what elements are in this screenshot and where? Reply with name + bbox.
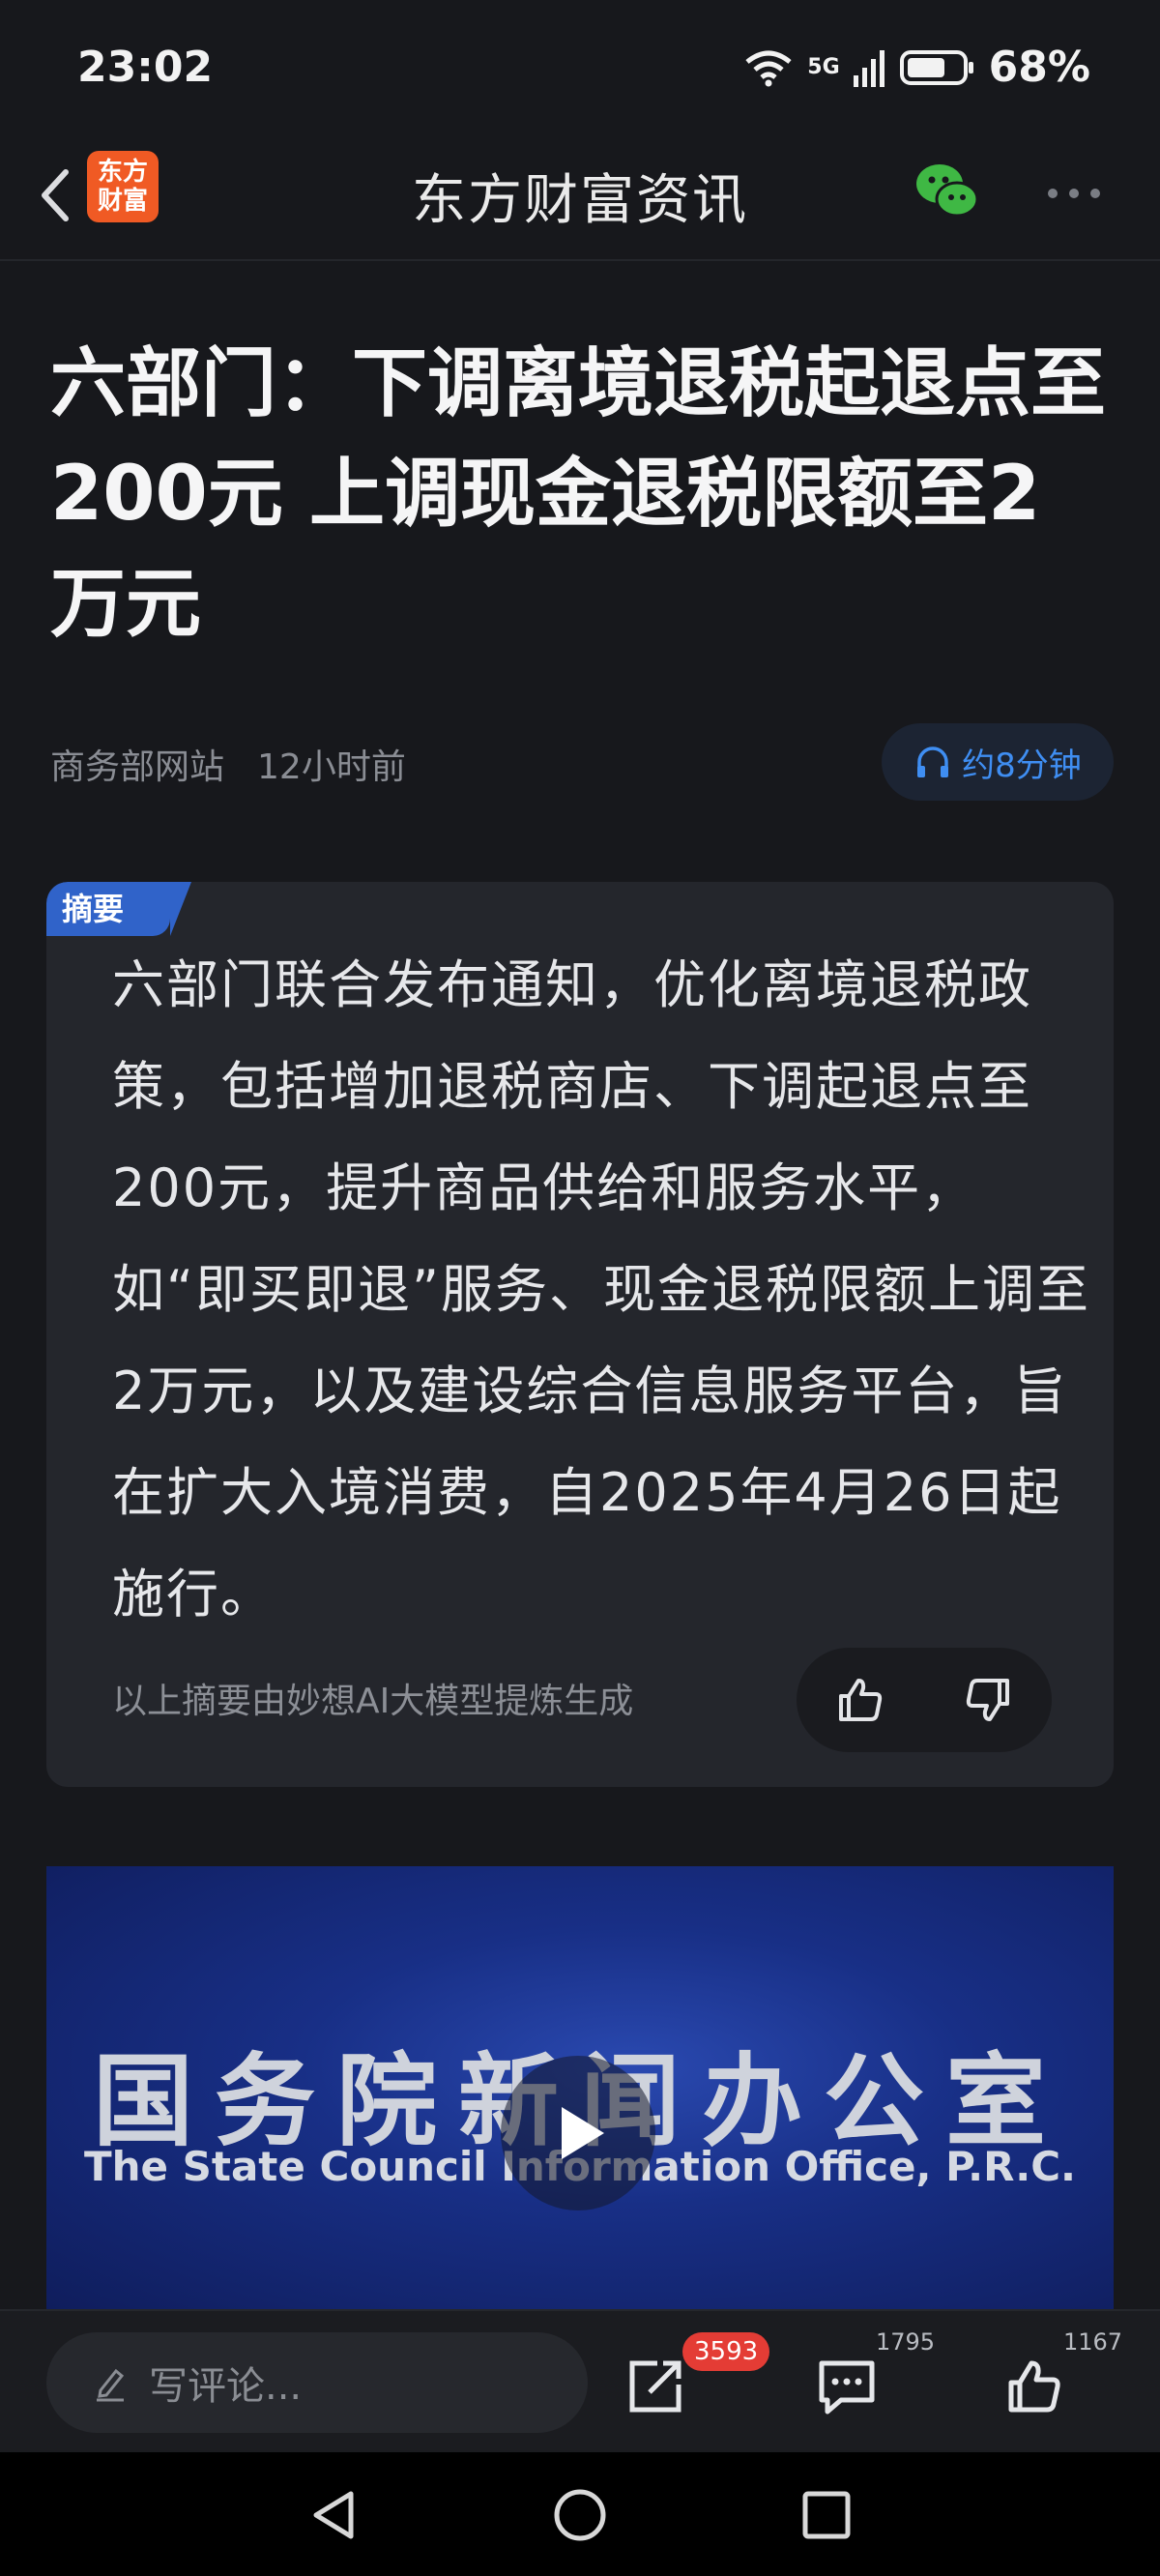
play-icon xyxy=(562,2107,604,2159)
status-time: 23:02 xyxy=(77,43,214,92)
headphones-icon xyxy=(917,746,949,777)
status-icons: 5G 68% xyxy=(743,43,1090,92)
share-count-badge: 3593 xyxy=(682,2332,770,2371)
thumbs-up-icon xyxy=(1008,2360,1060,2413)
feedback-group xyxy=(797,1648,1052,1752)
article-time: 12小时前 xyxy=(257,747,406,787)
comment-icon xyxy=(819,2360,875,2415)
nav-home-button[interactable] xyxy=(546,2481,614,2549)
circle-home-icon xyxy=(554,2489,606,2541)
network-label: 5G xyxy=(807,55,840,79)
header-title: 东方财富资讯 xyxy=(412,169,748,232)
nav-recents-button[interactable] xyxy=(793,2481,860,2549)
comment-count: 1795 xyxy=(876,2328,936,2356)
share-icon xyxy=(629,2360,682,2413)
summary-text: 六部门联合发布通知，优化离境退税政策，包括增加退税商店、下调起退点至200元，提… xyxy=(112,954,1090,1625)
dot-icon xyxy=(1090,189,1100,198)
summary-card: 摘要 六部门联合发布通知，优化离境退税政策，包括增加退税商店、下调起退点至200… xyxy=(46,882,1114,1787)
article-source[interactable]: 商务部网站 xyxy=(50,739,224,789)
pencil-icon xyxy=(97,2368,125,2402)
dot-icon xyxy=(1069,189,1079,198)
thumbs-up-icon[interactable] xyxy=(833,1673,887,1727)
signal-icon xyxy=(853,49,884,87)
more-options-button[interactable] xyxy=(1048,184,1106,203)
battery-percent: 68% xyxy=(988,43,1090,92)
like-count: 1167 xyxy=(1063,2328,1123,2356)
status-bar: 23:02 5G 68% xyxy=(0,0,1160,135)
wechat-share-icon[interactable] xyxy=(913,157,982,226)
video-player[interactable]: 国务院新闻办公室 The State Council Information O… xyxy=(46,1866,1114,2311)
summary-tag: 摘要 xyxy=(46,882,191,936)
app-header: 东方 财富 东方财富资讯 xyxy=(0,135,1160,261)
triangle-back-icon xyxy=(313,2491,354,2539)
square-recents-icon xyxy=(802,2491,851,2539)
wifi-icon xyxy=(745,50,792,86)
battery-icon xyxy=(899,49,973,85)
system-nav-bar xyxy=(0,2452,1160,2576)
bottom-action-bar: 写评论... 3593 1795 1167 xyxy=(0,2309,1160,2454)
ai-note: 以上摘要由妙想AI大模型提炼生成 xyxy=(112,1682,634,1721)
article-title: 六部门：下调离境退税起退点至200元 上调现金退税限额至2万元 xyxy=(50,340,1107,648)
nav-back-button[interactable] xyxy=(300,2481,367,2549)
listen-button[interactable]: 约8分钟 xyxy=(882,723,1114,801)
comment-placeholder: 写评论... xyxy=(149,2364,303,2409)
article-meta: 商务部网站 12小时前 xyxy=(50,739,406,789)
thumbs-down-icon[interactable] xyxy=(961,1673,1015,1727)
dot-icon xyxy=(1048,189,1058,198)
play-button[interactable] xyxy=(501,2056,655,2210)
listen-duration: 约8分钟 xyxy=(962,746,1082,785)
comment-input[interactable]: 写评论... xyxy=(46,2332,588,2433)
